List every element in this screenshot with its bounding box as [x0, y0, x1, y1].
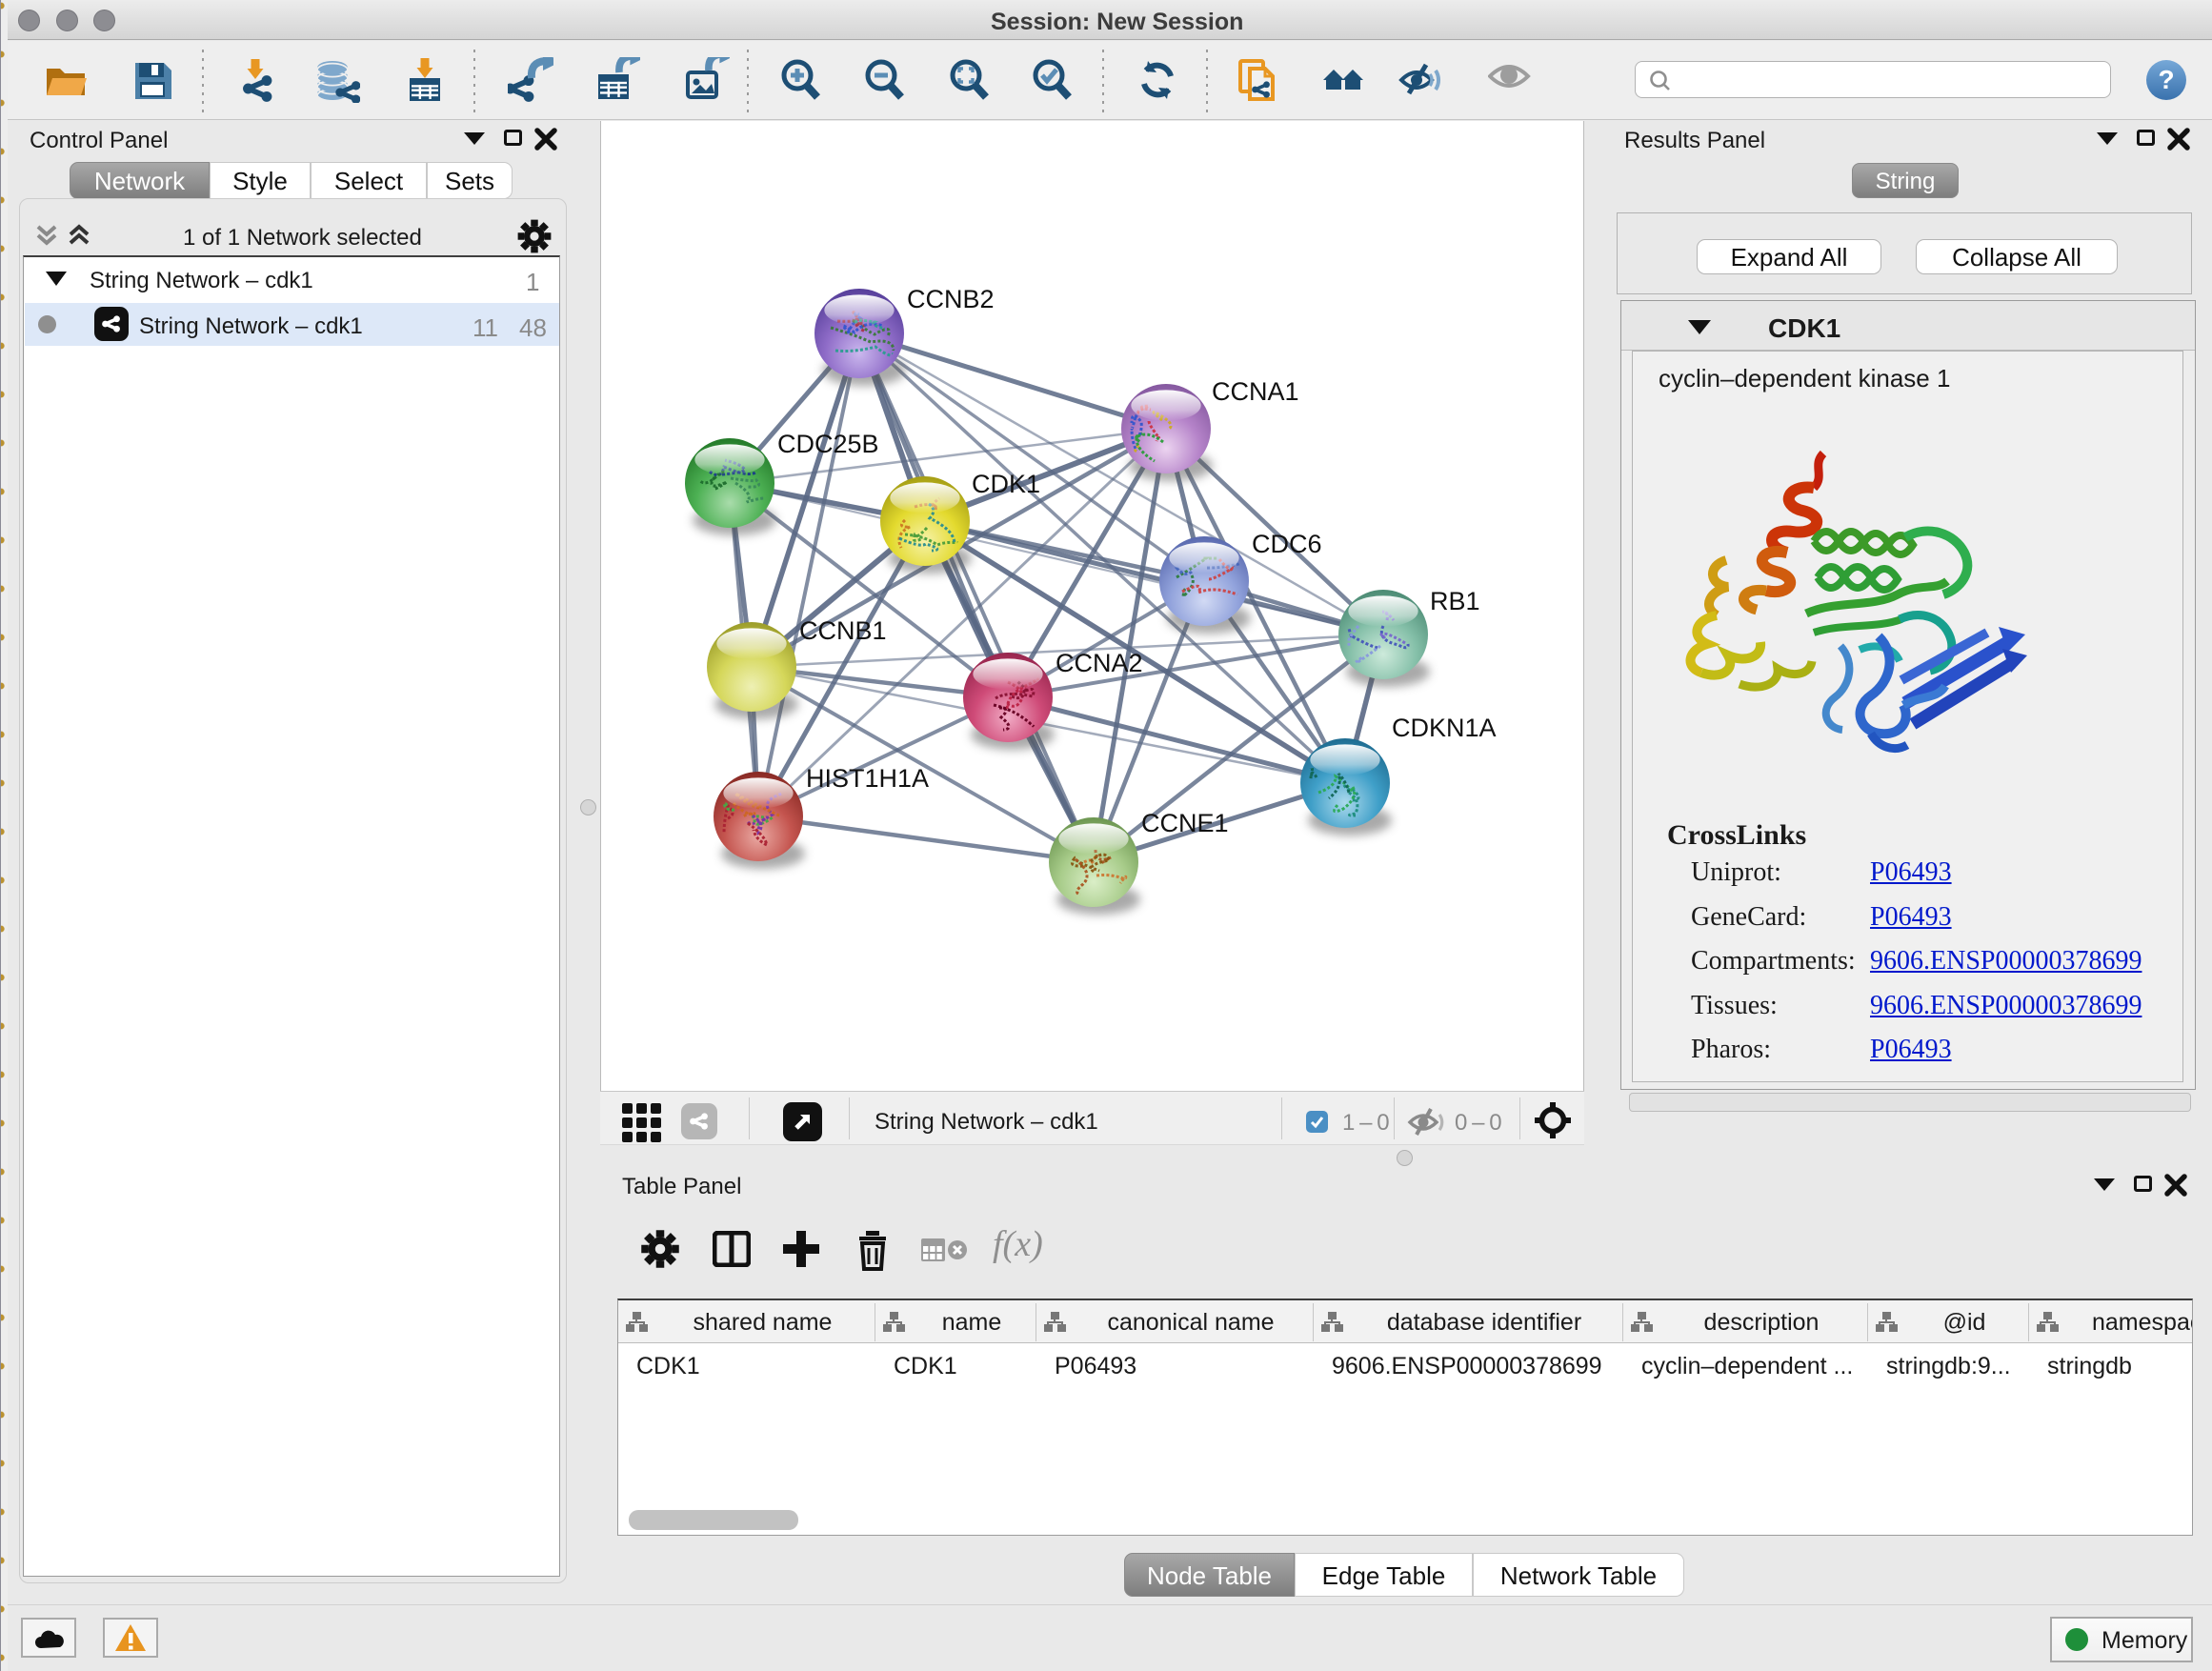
svg-text:CCNB2: CCNB2 — [907, 285, 995, 313]
svg-text:CCNB1: CCNB1 — [799, 616, 887, 645]
svg-text:CCNE1: CCNE1 — [1141, 809, 1229, 837]
svg-text:CDC6: CDC6 — [1252, 530, 1322, 558]
svg-text:RB1: RB1 — [1430, 587, 1480, 615]
svg-text:HIST1H1A: HIST1H1A — [806, 764, 929, 793]
svg-text:CCNA1: CCNA1 — [1212, 377, 1299, 406]
svg-text:CDK1: CDK1 — [972, 470, 1040, 498]
svg-text:CCNA2: CCNA2 — [1056, 649, 1143, 677]
svg-text:CDKN1A: CDKN1A — [1392, 714, 1497, 742]
svg-text:CDC25B: CDC25B — [777, 430, 879, 458]
